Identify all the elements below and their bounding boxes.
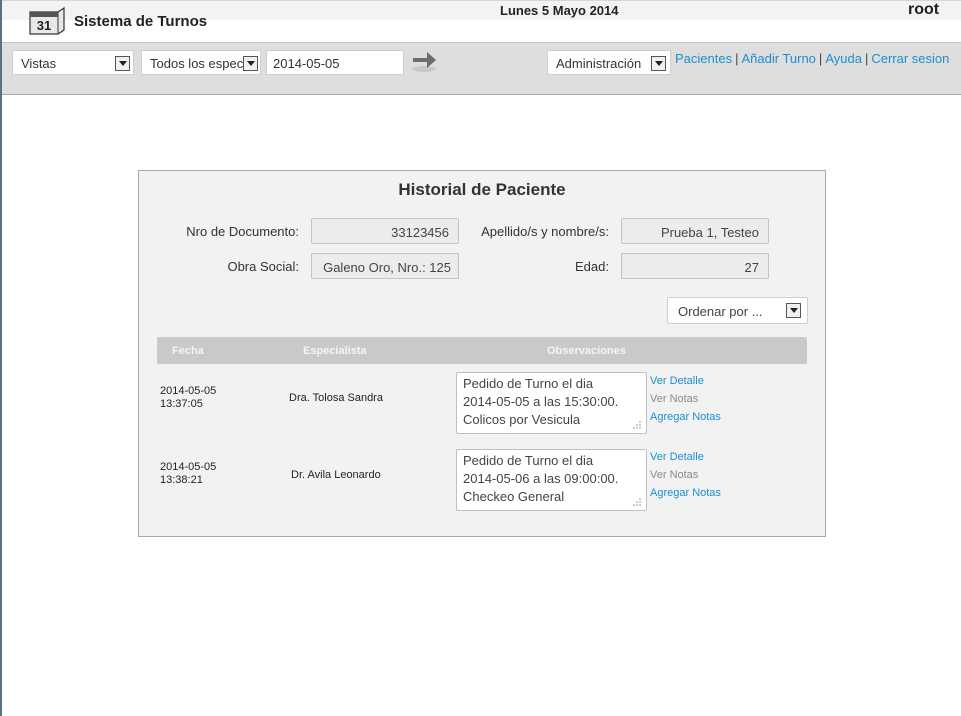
order-select[interactable]: Ordenar por ...	[667, 297, 808, 324]
table-row-date: 2014-05-05 13:37:05	[160, 385, 216, 411]
observation-line: 2014-05-06 a las 09:00:00.	[463, 471, 619, 486]
row-time-value: 13:38:21	[160, 474, 203, 486]
ver-detalle-link[interactable]: Ver Detalle	[650, 372, 721, 390]
vistas-select-value: Vistas	[21, 56, 57, 71]
row-actions: Ver Detalle Ver Notas Agregar Notas	[650, 448, 721, 502]
history-table-header: Fecha Especialista Observaciones	[157, 337, 807, 364]
app-header: 31 Sistema de Turnos Lunes 5 Mayo 2014 r…	[2, 0, 961, 42]
toolbar: Vistas Todos los espec 2014-05-05 Admini…	[2, 42, 961, 95]
nombre-field: Prueba 1, Testeo	[621, 218, 769, 244]
documento-label: Nro de Documento:	[186, 224, 299, 239]
observation-line: Pedido de Turno el dia	[463, 376, 594, 391]
ver-notas-link[interactable]: Ver Notas	[650, 390, 721, 408]
obra-social-field: Galeno Oro, Nro.: 125	[311, 253, 459, 279]
row-actions: Ver Detalle Ver Notas Agregar Notas	[650, 372, 721, 426]
vistas-select[interactable]: Vistas	[12, 50, 134, 75]
current-date: Lunes 5 Mayo 2014	[500, 3, 619, 18]
nav-separator: |	[864, 51, 869, 66]
app-title: Sistema de Turnos	[74, 13, 208, 30]
edad-label: Edad:	[575, 259, 609, 274]
panel-title: Historial de Paciente	[398, 180, 566, 199]
go-arrow-button[interactable]	[409, 47, 439, 73]
patient-history-panel: Historial de Paciente Nro de Documento: …	[138, 170, 826, 537]
observation-textarea[interactable]: Pedido de Turno el dia 2014-05-06 a las …	[456, 449, 647, 511]
observation-textarea[interactable]: Pedido de Turno el dia 2014-05-05 a las …	[456, 372, 647, 434]
especialista-select[interactable]: Todos los espec	[141, 50, 261, 75]
documento-field: 33123456	[311, 218, 459, 244]
user-name: root	[908, 1, 940, 18]
chevron-down-icon[interactable]	[243, 56, 258, 71]
column-header-fecha: Fecha	[172, 345, 204, 357]
order-select-value: Ordenar por ...	[678, 304, 763, 319]
row-date-value: 2014-05-05	[160, 461, 217, 473]
observation-line: Checkeo General	[463, 489, 565, 504]
resize-grip-icon[interactable]	[632, 420, 642, 430]
row-specialist: Dra. Tolosa Sandra	[289, 392, 383, 404]
nav-link-cerrar-sesion[interactable]: Cerrar sesion	[871, 51, 949, 66]
nav-link-ayuda[interactable]: Ayuda	[825, 51, 862, 66]
ver-notas-link[interactable]: Ver Notas	[650, 466, 721, 484]
edad-field: 27	[621, 253, 769, 279]
calendar-icon: 31	[29, 6, 65, 35]
svg-text:31: 31	[37, 18, 51, 33]
row-specialist: Dr. Avila Leonardo	[291, 469, 381, 481]
page-left-border	[0, 0, 2, 716]
column-header-observaciones: Observaciones	[547, 345, 626, 357]
especialista-select-value: Todos los espec	[150, 56, 244, 71]
date-input[interactable]: 2014-05-05	[266, 50, 404, 75]
nombre-label: Apellido/s y nombre/s:	[481, 224, 609, 239]
nav-link-pacientes[interactable]: Pacientes	[675, 51, 732, 66]
ver-detalle-link[interactable]: Ver Detalle	[650, 448, 721, 466]
chevron-down-icon[interactable]	[651, 56, 666, 71]
obra-social-label: Obra Social:	[227, 259, 299, 274]
nav-links: Pacientes | Añadir Turno | Ayuda | Cerrar sesi…	[675, 51, 949, 66]
nav-separator: |	[818, 51, 823, 66]
table-row-date: 2014-05-05 13:38:21	[160, 461, 216, 487]
admin-select-value: Administración	[556, 56, 642, 71]
admin-select[interactable]: Administración	[547, 50, 671, 75]
observation-line: Pedido de Turno el dia	[463, 453, 594, 468]
observation-line: 2014-05-05 a las 15:30:00.	[463, 394, 619, 409]
column-header-especialista: Especialista	[303, 345, 367, 357]
chevron-down-icon[interactable]	[115, 56, 130, 71]
nav-link-anadir-turno[interactable]: Añadir Turno	[741, 51, 815, 66]
agregar-notas-link[interactable]: Agregar Notas	[650, 484, 721, 502]
agregar-notas-link[interactable]: Agregar Notas	[650, 408, 721, 426]
row-date-value: 2014-05-05	[160, 385, 217, 397]
row-time-value: 13:37:05	[160, 398, 203, 410]
resize-grip-icon[interactable]	[632, 497, 642, 507]
chevron-down-icon[interactable]	[786, 303, 801, 318]
observation-line: Colicos por Vesicula	[463, 412, 581, 427]
